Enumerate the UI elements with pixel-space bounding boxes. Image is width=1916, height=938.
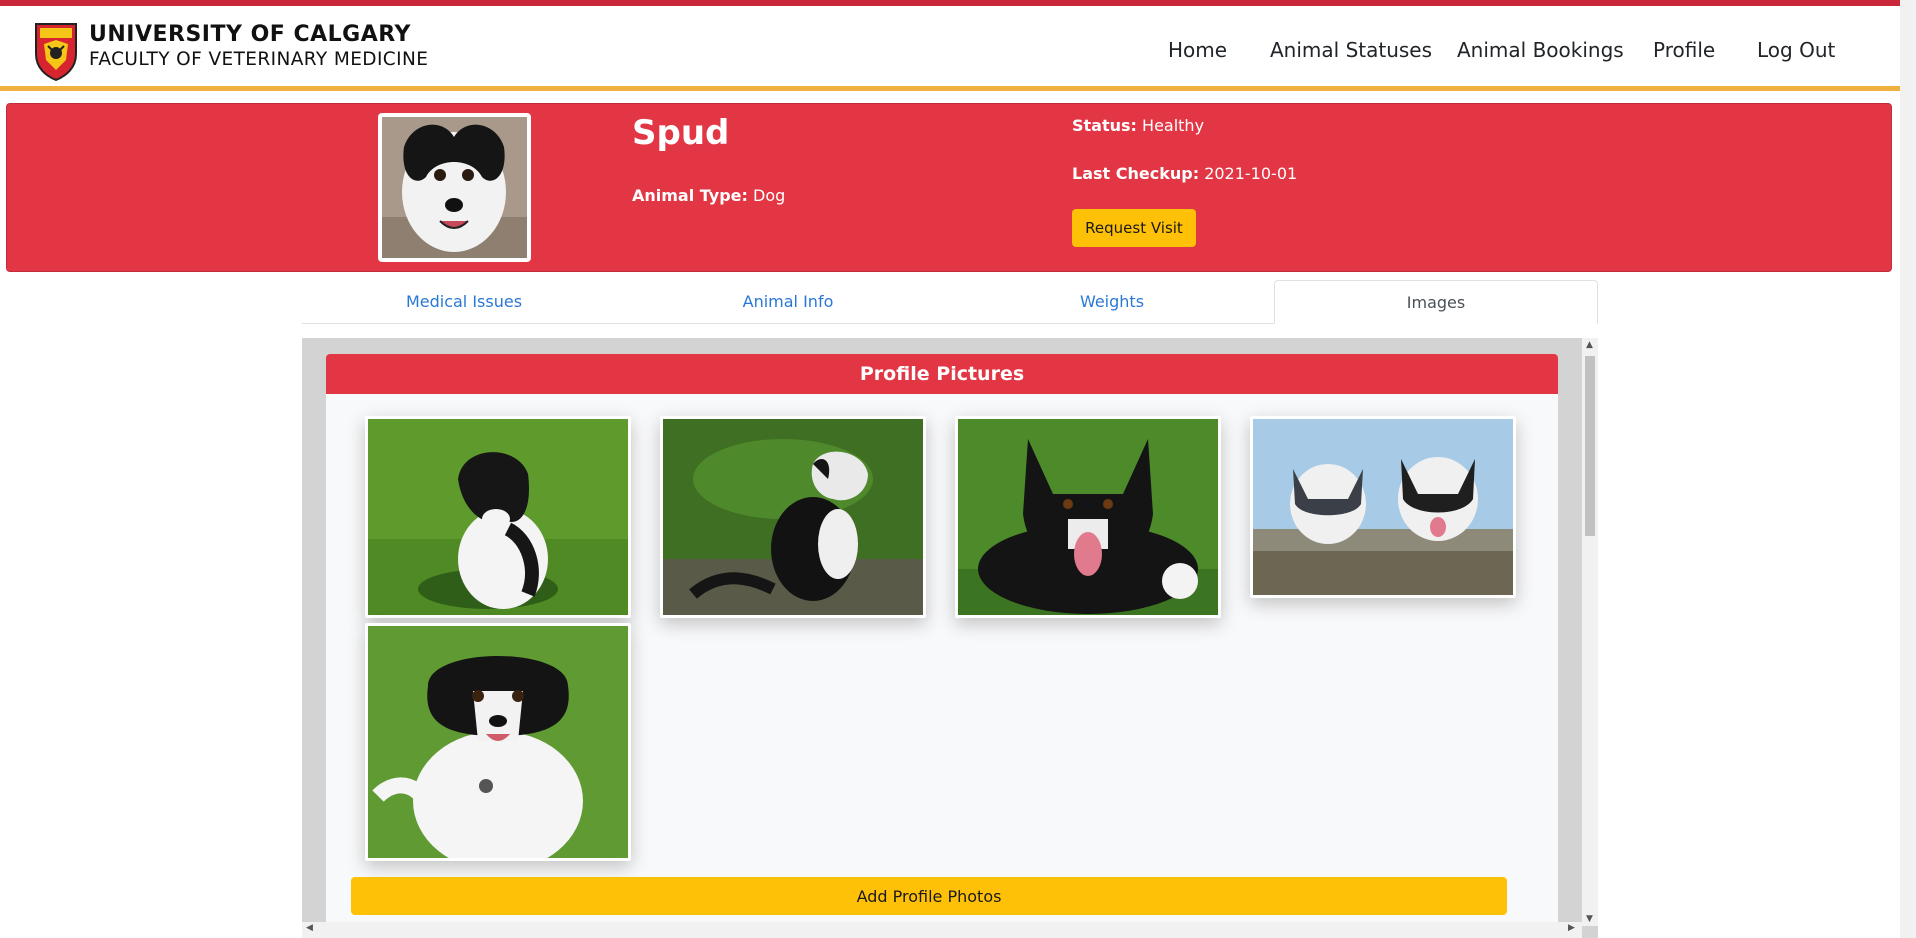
university-crest-logo[interactable]	[32, 20, 80, 82]
profile-photo-5[interactable]	[365, 623, 631, 861]
nav-home[interactable]: Home	[1168, 38, 1227, 62]
profile-photo-1[interactable]	[365, 416, 631, 618]
tab-animal-info[interactable]: Animal Info	[626, 280, 950, 323]
tab-weights[interactable]: Weights	[950, 280, 1274, 323]
last-checkup-value: 2021-10-01	[1204, 164, 1298, 183]
animal-status: Status: Healthy	[1072, 116, 1204, 135]
status-value: Healthy	[1142, 116, 1205, 135]
animal-type: Animal Type: Dog	[632, 186, 785, 205]
animal-name: Spud	[632, 113, 730, 153]
panel-scroll-thumb[interactable]	[1585, 356, 1595, 536]
animal-detail-tabs: Medical Issues Animal Info Weights Image…	[302, 280, 1598, 324]
profile-pictures-card: Profile Pictures Add Profile Photos	[326, 354, 1558, 938]
nav-profile[interactable]: Profile	[1653, 38, 1715, 62]
scroll-right-arrow-icon[interactable]: ▶	[1568, 923, 1575, 933]
profile-photo-3[interactable]	[955, 416, 1221, 618]
brand-faculty-name: FACULTY OF VETERINARY MEDICINE	[89, 49, 429, 70]
tab-medical-issues[interactable]: Medical Issues	[302, 280, 626, 323]
profile-pictures-header: Profile Pictures	[326, 354, 1558, 394]
panel-horizontal-scrollbar[interactable]: ◀ ▶	[302, 922, 1582, 938]
animal-type-value: Dog	[753, 186, 786, 205]
tab-images[interactable]: Images	[1274, 280, 1598, 324]
request-visit-button[interactable]: Request Visit	[1072, 209, 1196, 247]
panel-vertical-scrollbar[interactable]: ▲ ▼	[1582, 338, 1598, 926]
top-navbar: UNIVERSITY OF CALGARY FACULTY OF VETERIN…	[0, 0, 1900, 91]
animal-avatar	[378, 113, 531, 262]
profile-photo-2[interactable]	[660, 416, 926, 618]
brand[interactable]: UNIVERSITY OF CALGARY FACULTY OF VETERIN…	[89, 24, 428, 70]
page-vertical-scrollbar[interactable]	[1900, 0, 1916, 938]
images-panel: Profile Pictures Add Profile Photos ▲ ▼ …	[302, 338, 1598, 938]
brand-university-name: UNIVERSITY OF CALGARY	[89, 22, 411, 47]
nav-log-out[interactable]: Log Out	[1757, 38, 1835, 62]
animal-type-label: Animal Type:	[632, 186, 748, 205]
scroll-up-arrow-icon[interactable]: ▲	[1586, 340, 1593, 350]
nav-animal-statuses[interactable]: Animal Statuses	[1270, 38, 1432, 62]
scroll-down-arrow-icon[interactable]: ▼	[1586, 914, 1593, 924]
add-profile-photos-button[interactable]: Add Profile Photos	[351, 877, 1507, 915]
nav-animal-bookings[interactable]: Animal Bookings	[1457, 38, 1624, 62]
status-label: Status:	[1072, 116, 1137, 135]
scroll-left-arrow-icon[interactable]: ◀	[306, 923, 313, 933]
animal-summary-banner: Spud Animal Type: Dog Status: Healthy La…	[6, 103, 1892, 272]
last-checkup-label: Last Checkup:	[1072, 164, 1200, 183]
profile-photo-4[interactable]	[1250, 416, 1516, 598]
last-checkup: Last Checkup: 2021-10-01	[1072, 164, 1297, 183]
